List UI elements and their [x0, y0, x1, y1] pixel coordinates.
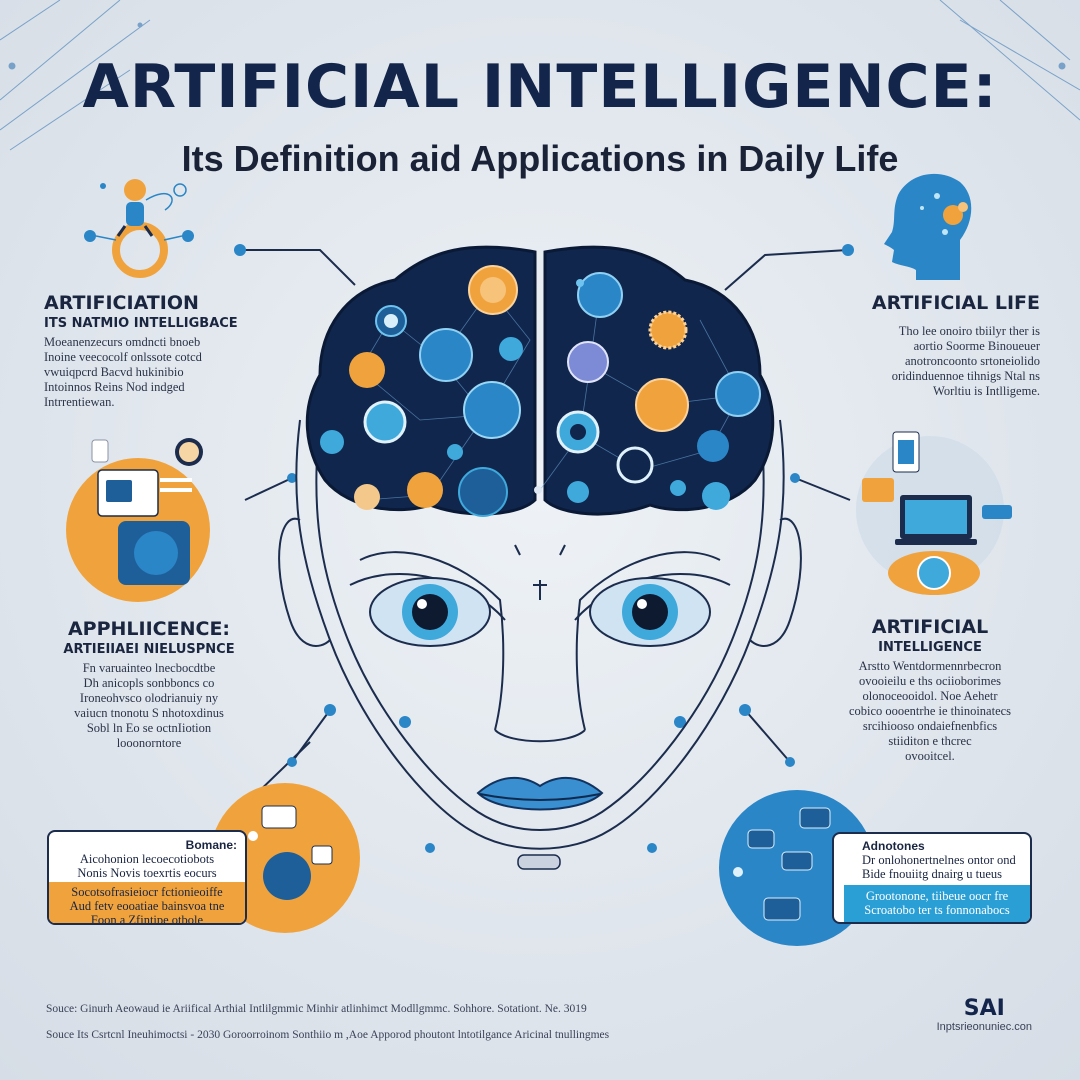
brand-logo: SAI: [963, 996, 1005, 1021]
callout-bottom-right: Adnotones Dr onlohonertnelnes ontor ond …: [832, 832, 1032, 924]
person-ring-icon: [84, 179, 194, 278]
right-eye-icon: [589, 577, 711, 647]
callout-line: Aud fetv eooatiae bainsvoa tne: [69, 899, 225, 913]
section-subheading: ARTIEIIAEI NIELUSPNCE: [63, 642, 235, 657]
section-line: Intoinnos Reins Nod indged: [44, 380, 185, 394]
lips-icon: [476, 776, 604, 811]
callout-line: Socotsofrasieiocr fctionieoiffe: [71, 885, 223, 899]
section-line: Sobl ln Eo se octnIiotion: [86, 721, 212, 735]
section-subheading: INTELLIGENCE: [878, 640, 982, 655]
devices-icon: [856, 431, 1012, 595]
callout-line: Aicohonion lecoecotiobots: [79, 852, 215, 866]
chin-slot-icon: [517, 854, 561, 870]
section-line: olonoceooidol. Noe Aehetr: [862, 689, 998, 703]
section-line: ovooitcel.: [905, 749, 955, 763]
section-line: aortio Soorme Binoueuer: [913, 339, 1040, 353]
section-line: cobico oooentrhe ie thinoinatecs: [848, 704, 1012, 718]
section-line: Dh anicopls sonbboncs co: [83, 676, 215, 690]
section-mid-right: ARTIFICIAL INTELLIGENCE Arstto Wentdorme…: [840, 616, 1020, 764]
section-line: looonorntore: [116, 736, 182, 750]
section-heading: ARTIFICIAL LIFE: [871, 292, 1040, 314]
callout-highlight: Socotsofrasieiocr fctionieoiffe Aud fetv…: [49, 882, 245, 925]
section-line: Moeanenzecurs omdncti bnoeb: [44, 335, 201, 349]
section-top-right: ARTIFICIAL LIFE Tho lee onoiro tbiilyr t…: [850, 292, 1040, 399]
section-heading: ARTIFICIATION: [44, 292, 199, 314]
source-line: Souce Its Csrtcnl Ineuhimoctsi - 2030 Go…: [46, 1029, 610, 1041]
section-line: vaiucn tnonotu S nhotoxdinus: [74, 706, 224, 720]
section-top-left: ARTIFICIATION ITS NATMIO INTELLIGBACE Mo…: [44, 292, 244, 410]
brand-url[interactable]: Inptsrieonuniec.con: [937, 1021, 1032, 1033]
callout-header: Bomane:: [185, 838, 237, 852]
callout-highlight: Grootonone, tiibeue oocr fre Scroatobo t…: [844, 885, 1030, 922]
callout-header: Adnotones: [862, 839, 925, 853]
section-line: anotroncoonto srtoneiolido: [904, 354, 1040, 368]
section-line: Fn varuainteo lnecbocdtbe: [82, 661, 216, 675]
source-line: Souce: Ginurh Aeowaud ie Ariifical Arthi…: [46, 1003, 587, 1015]
section-line: Inoine veecocolf onlssote cotcd: [44, 350, 202, 364]
section-heading: ARTIFICIAL: [871, 616, 989, 638]
callout-line: Nonis Novis toexrtis eocurs: [77, 866, 217, 880]
section-line: Tho lee onoiro tbiilyr ther is: [898, 324, 1040, 338]
callout-line: Grootonone, tiibeue oocr fre: [865, 889, 1009, 903]
section-heading: APPHLIICENCE:: [67, 618, 231, 640]
callout-line: Foon a Zfintipe otbole: [90, 913, 204, 925]
devices-orange-icon: [66, 438, 210, 602]
section-line: oridinduennoe tihnigs Ntal ns: [891, 369, 1040, 383]
section-line: Ironeohvsco olodrianuiy ny: [79, 691, 219, 705]
brain-network-icon: [305, 245, 775, 517]
section-line: srcihiooso ondaiefnenbfics: [862, 719, 998, 733]
callout-line: Bide fnouiitg dnairg u tueus: [862, 867, 1003, 881]
section-line: Worltiu is Intlligeme.: [933, 384, 1040, 398]
section-line: ovooieilu e ths ociioborimes: [859, 674, 1001, 688]
page-title: ARTIFICIAL INTELLIGENCE:: [82, 52, 998, 122]
callout-line: Dr onlohonertnelnes ontor ond: [862, 853, 1016, 867]
section-subheading: ITS NATMIO INTELLIGBACE: [44, 316, 238, 331]
callout-line: Scroatobo ter ts fonnonabocs: [864, 903, 1010, 917]
left-eye-icon: [369, 577, 491, 647]
brand: SAI Inptsrieonuniec.con: [937, 996, 1032, 1033]
section-line: Intrrentiewan.: [44, 395, 115, 409]
ai-head-icon: [884, 173, 972, 280]
page-subtitle: Its Definition aid Applications in Daily…: [181, 138, 899, 179]
callout-bottom-left: Bomane: Aicohonion lecoecotiobots Nonis …: [47, 830, 247, 925]
section-line: stiiditon e thcrec: [888, 734, 972, 748]
section-line: Arstto Wentdormennrbecron: [858, 659, 1002, 673]
section-line: vwuiqpcrd Bacvd hukinibio: [44, 365, 184, 379]
infographic-page: ARTIFICIAL INTELLIGENCE: Its Definition …: [0, 0, 1080, 1080]
section-mid-left: APPHLIICENCE: ARTIEIIAEI NIELUSPNCE Fn v…: [54, 618, 244, 751]
